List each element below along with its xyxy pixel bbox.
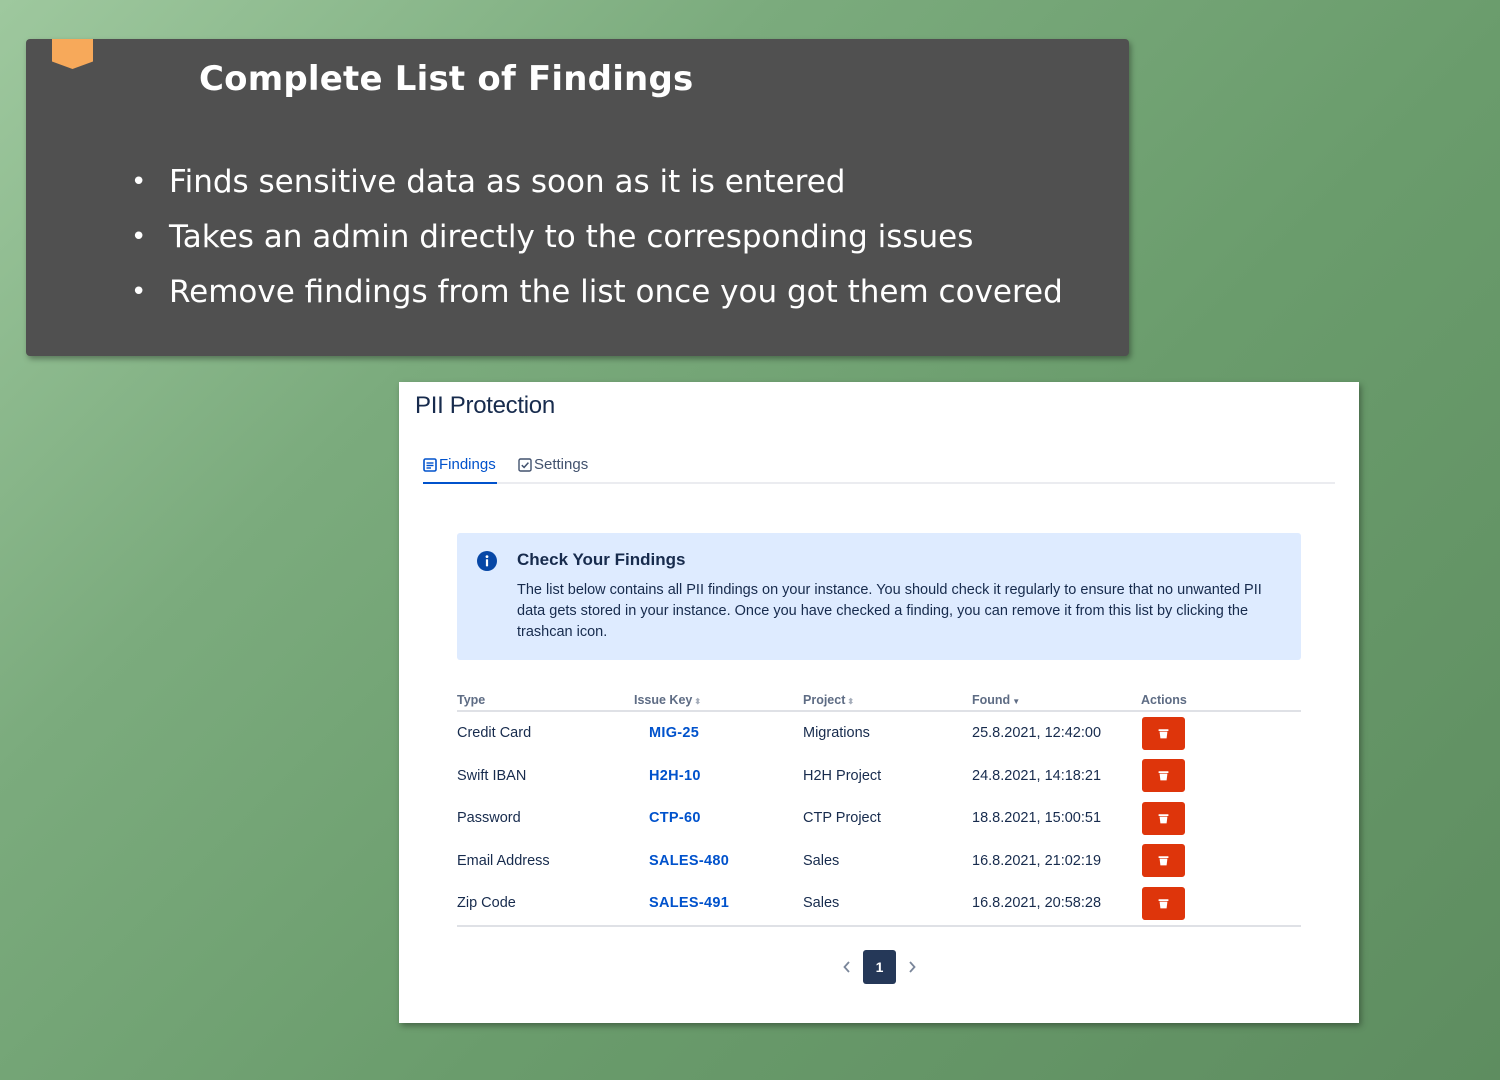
cell-project: Sales [803, 882, 972, 927]
next-page-button[interactable] [896, 950, 928, 984]
issue-key-link[interactable]: CTP-60 [634, 810, 701, 826]
tab-settings[interactable]: Settings [518, 454, 588, 482]
trash-icon [1158, 771, 1169, 781]
chevron-left-icon [843, 961, 850, 973]
delete-finding-button[interactable] [1142, 716, 1185, 750]
tab-label: Findings [439, 456, 496, 473]
issue-key-link[interactable]: SALES-480 [634, 853, 729, 869]
cell-found: 25.8.2021, 12:42:00 [972, 725, 1102, 742]
bullet-icon: • [131, 277, 147, 307]
issue-key-link[interactable]: H2H-10 [634, 768, 701, 784]
info-icon [477, 551, 497, 571]
previous-page-button[interactable] [831, 950, 863, 984]
delete-finding-button[interactable] [1142, 801, 1185, 835]
cell-found: 18.8.2021, 15:00:51 [972, 810, 1102, 827]
sort-icon: ⬍ [694, 697, 702, 706]
trash-icon [1158, 813, 1169, 824]
cell-project: CTP Project [803, 810, 881, 827]
header-issue-key[interactable]: Issue Key ⬍ [634, 685, 803, 712]
table-row: Zip Code SALES-491 Sales 16.8.2021, 20:5… [457, 882, 1301, 927]
list-icon [423, 458, 437, 472]
checkbox-icon [518, 458, 532, 472]
header-actions: Actions [1141, 685, 1301, 712]
bullet-text: Finds sensitive data as soon as it is en… [169, 164, 846, 200]
bookmark-icon [52, 39, 93, 69]
bullet-item: • Remove findings from the list once you … [131, 267, 1063, 322]
issue-key-link[interactable]: SALES-491 [634, 895, 729, 911]
bullet-list: • Finds sensitive data as soon as it is e… [131, 157, 1063, 322]
bullet-item: • Finds sensitive data as soon as it is e… [131, 157, 1063, 212]
bullet-icon: • [131, 222, 147, 252]
trash-icon [1158, 728, 1169, 739]
page-button-current[interactable]: 1 [863, 950, 896, 984]
cell-found: 16.8.2021, 21:02:19 [972, 852, 1102, 869]
bullet-icon: • [131, 167, 147, 197]
cell-type: Swift IBAN [457, 767, 527, 784]
tab-bar: Findings Settings [423, 454, 1335, 484]
sort-desc-icon: ▼ [1012, 697, 1021, 706]
delete-finding-button[interactable] [1142, 844, 1185, 878]
cell-found: 24.8.2021, 14:18:21 [972, 767, 1102, 784]
bullet-text: Takes an admin directly to the correspon… [169, 219, 974, 255]
trash-icon [1158, 898, 1169, 909]
tab-label: Settings [534, 456, 589, 473]
table-row: Credit Card MIG-25 Migrations 25.8.2021,… [457, 711, 1301, 755]
delete-finding-button[interactable] [1142, 759, 1185, 793]
page-title: PII Protection [415, 392, 555, 419]
issue-key-link[interactable]: MIG-25 [634, 725, 699, 741]
chevron-right-icon [909, 961, 916, 973]
table-header-row: Type Issue Key ⬍ Project ⬍ Found ▼ Actions [457, 685, 1301, 712]
cell-project: Sales [803, 852, 840, 869]
table-row: Password CTP-60 CTP Project 18.8.2021, 1… [457, 797, 1301, 840]
cell-found: 16.8.2021, 20:58:28 [972, 882, 1141, 927]
bullet-item: • Takes an admin directly to the correspo… [131, 212, 1063, 267]
info-panel: Check Your Findings The list below conta… [457, 533, 1301, 660]
table-row: Email Address SALES-480 Sales 16.8.2021,… [457, 840, 1301, 883]
pagination: 1 [831, 950, 928, 984]
delete-finding-button[interactable] [1142, 886, 1185, 920]
bullet-text: Remove findings from the list once you g… [169, 274, 1063, 310]
header-project[interactable]: Project ⬍ [803, 685, 972, 712]
cell-type: Zip Code [457, 882, 634, 927]
findings-table: Type Issue Key ⬍ Project ⬍ Found ▼ Actions … [457, 685, 1301, 927]
header-found[interactable]: Found ▼ [972, 685, 1141, 712]
info-title: Check Your Findings [517, 550, 686, 569]
cell-type: Password [457, 810, 521, 827]
tab-findings[interactable]: Findings [423, 454, 497, 484]
table-row: Swift IBAN H2H-10 H2H Project 24.8.2021,… [457, 755, 1301, 798]
info-body: The list below contains all PII findings… [517, 582, 1262, 640]
cell-project: H2H Project [803, 767, 882, 784]
slide-callout: Complete List of Findings • Finds sensiti… [26, 39, 1129, 356]
cell-project: Migrations [803, 725, 870, 742]
cell-type: Credit Card [457, 725, 532, 742]
cell-type: Email Address [457, 852, 550, 869]
header-type: Type [457, 685, 634, 712]
trash-icon [1158, 856, 1169, 866]
sort-icon: ⬍ [847, 697, 855, 706]
slide-title: Complete List of Findings [199, 59, 694, 99]
app-window: PII Protection Findings Settings Check Y [399, 382, 1359, 1023]
